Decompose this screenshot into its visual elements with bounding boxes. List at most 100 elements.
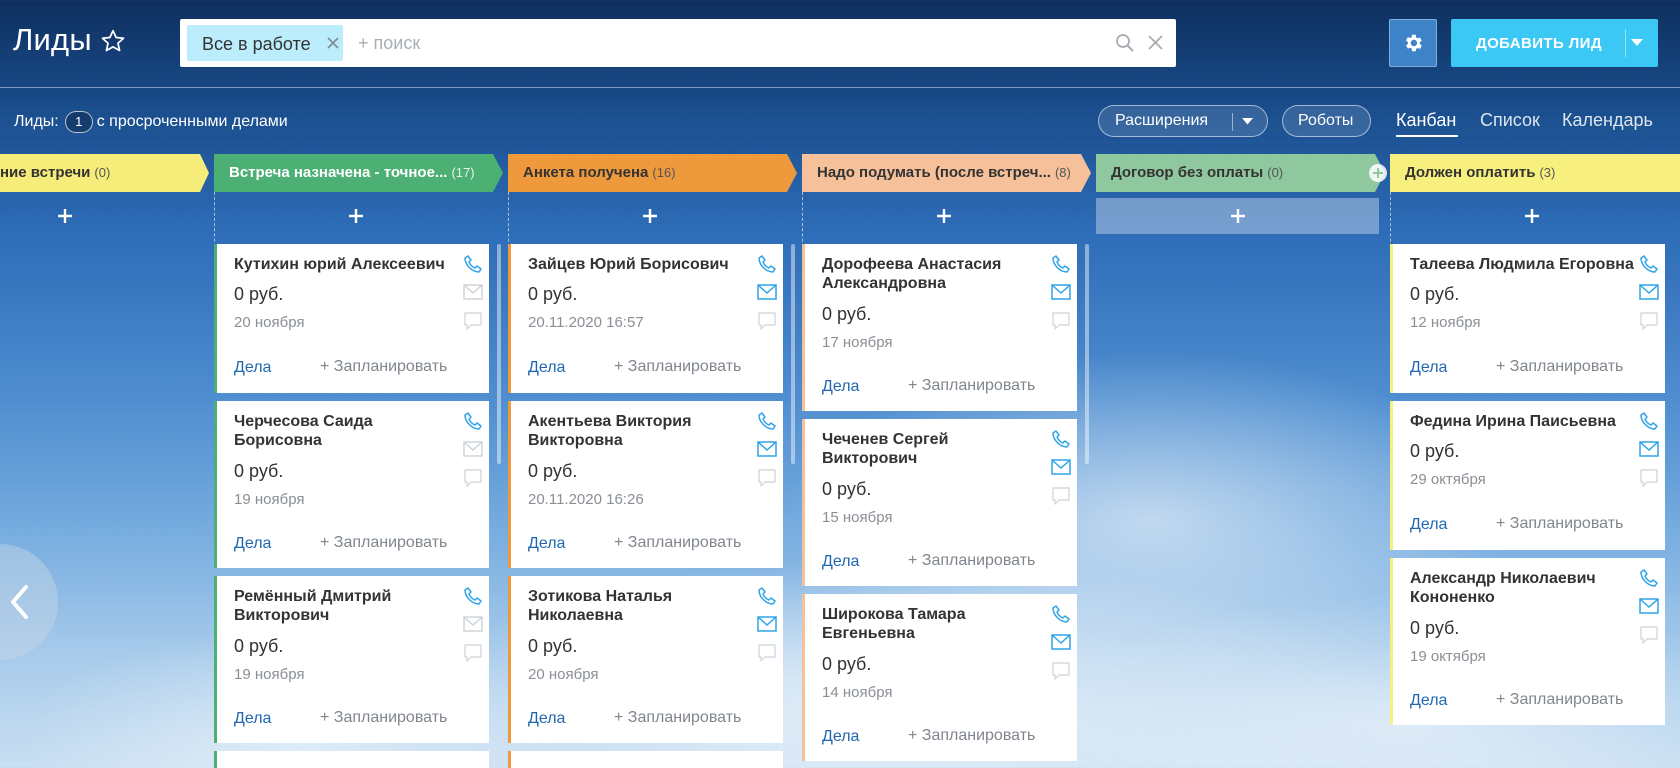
lead-card[interactable]: Акентьева Виктория Викторовна 0 руб. 20.… [508, 401, 783, 568]
lead-card[interactable]: Ремённый Дмитрий Викторович 0 руб. 19 но… [214, 576, 489, 743]
extensions-button[interactable]: Расширения [1098, 105, 1268, 137]
lead-card[interactable]: Дорофеева Анастасия Александровна 0 руб.… [802, 244, 1077, 411]
mail-icon[interactable] [757, 616, 777, 632]
column-scrollbar[interactable] [791, 244, 795, 464]
comment-icon[interactable] [1639, 626, 1659, 644]
add-card-button[interactable] [508, 198, 791, 234]
column-header[interactable]: Надо подумать (после встреч... (8) [802, 154, 1091, 192]
schedule-link[interactable]: + Запланировать [614, 709, 741, 727]
phone-icon[interactable] [1639, 254, 1659, 274]
mail-icon[interactable] [757, 441, 777, 457]
lead-card[interactable]: Чеченев Сергей Викторович 0 руб. 15 нояб… [802, 419, 1077, 586]
lead-card[interactable]: Черчесова Саида Борисовна 0 руб. 19 нояб… [214, 401, 489, 568]
counter-suffix[interactable]: с просроченными делами [97, 113, 288, 130]
comment-icon[interactable] [463, 312, 483, 330]
lead-name[interactable]: Дорофеева Анастасия Александровна [822, 255, 1047, 293]
deals-link[interactable]: Дела [528, 359, 565, 377]
lead-card[interactable]: Зотикова Наталья Николаевна 0 руб. 20 но… [508, 576, 783, 743]
column-header[interactable]: Встреча назначена - точное... (17) [214, 154, 503, 192]
phone-icon[interactable] [1051, 429, 1071, 449]
add-card-button[interactable] [802, 198, 1085, 234]
comment-icon[interactable] [1639, 312, 1659, 330]
lead-name[interactable]: Федина Ирина Паисьевна [1410, 412, 1635, 431]
tab-kanban[interactable]: Канбан [1396, 110, 1456, 131]
phone-icon[interactable] [1639, 568, 1659, 588]
chip-close-icon[interactable] [327, 37, 339, 49]
add-card-button[interactable] [1096, 198, 1379, 234]
phone-icon[interactable] [757, 411, 777, 431]
schedule-link[interactable]: + Запланировать [614, 534, 741, 552]
search-input[interactable] [358, 30, 1058, 56]
lead-name[interactable]: Зотикова Наталья Николаевна [528, 587, 753, 625]
robots-button[interactable]: Роботы [1282, 105, 1371, 137]
mail-icon[interactable] [1051, 634, 1071, 650]
mail-icon[interactable] [463, 616, 483, 632]
column-scrollbar[interactable] [1085, 244, 1089, 464]
comment-icon[interactable] [757, 644, 777, 662]
filter-chip[interactable]: Все в работе [187, 25, 343, 61]
deals-link[interactable]: Дела [1410, 359, 1447, 377]
deals-link[interactable]: Дела [234, 535, 271, 553]
lead-card[interactable]: Кутихин юрий Алексеевич 0 руб. 20 ноября… [214, 244, 489, 393]
deals-link[interactable]: Дела [822, 378, 859, 396]
column-scrollbar[interactable] [497, 244, 501, 464]
lead-name[interactable]: Широкова Тамара Евгеньевна [822, 605, 1047, 643]
chevron-down-icon[interactable] [1631, 39, 1643, 47]
column-header[interactable]: Договор без оплаты (0) [1096, 154, 1385, 192]
comment-icon[interactable] [463, 644, 483, 662]
schedule-link[interactable]: + Запланировать [614, 358, 741, 376]
phone-icon[interactable] [463, 586, 483, 606]
filter-search-box[interactable]: Все в работе [180, 19, 1176, 67]
mail-icon[interactable] [463, 441, 483, 457]
deals-link[interactable]: Дела [1410, 516, 1447, 534]
phone-icon[interactable] [757, 254, 777, 274]
deals-link[interactable]: Дела [528, 710, 565, 728]
counter-badge[interactable]: 1 [64, 111, 93, 133]
mail-icon[interactable] [1051, 459, 1071, 475]
lead-name[interactable]: Ремённый Дмитрий Викторович [234, 587, 459, 625]
schedule-link[interactable]: + Запланировать [908, 377, 1035, 395]
lead-name[interactable]: Талеева Людмила Егоровна [1410, 255, 1635, 274]
deals-link[interactable]: Дела [234, 710, 271, 728]
lead-card[interactable]: Широкова Тамара Евгеньевна 0 руб. 14 ноя… [802, 594, 1077, 761]
comment-icon[interactable] [1051, 662, 1071, 680]
schedule-link[interactable]: + Запланировать [908, 552, 1035, 570]
phone-icon[interactable] [463, 411, 483, 431]
schedule-link[interactable]: + Запланировать [320, 534, 447, 552]
deals-link[interactable]: Дела [822, 553, 859, 571]
mail-icon[interactable] [1639, 598, 1659, 614]
lead-name[interactable]: Чеченев Сергей Викторович [822, 430, 1047, 468]
comment-icon[interactable] [1051, 312, 1071, 330]
add-card-button[interactable] [1390, 198, 1673, 234]
comment-icon[interactable] [1051, 487, 1071, 505]
phone-icon[interactable] [1051, 604, 1071, 624]
deals-link[interactable]: Дела [822, 728, 859, 746]
search-icon[interactable] [1115, 33, 1135, 53]
add-column-icon[interactable] [1368, 163, 1388, 183]
clear-search-icon[interactable] [1148, 35, 1163, 50]
phone-icon[interactable] [463, 254, 483, 274]
mail-icon[interactable] [1639, 284, 1659, 300]
schedule-link[interactable]: + Запланировать [320, 358, 447, 376]
column-header[interactable]: ние встречи (0) [0, 154, 210, 192]
comment-icon[interactable] [1639, 469, 1659, 487]
comment-icon[interactable] [463, 469, 483, 487]
add-lead-button[interactable]: ДОБАВИТЬ ЛИД [1451, 19, 1658, 67]
chevron-down-icon[interactable] [1242, 118, 1253, 125]
lead-name[interactable]: Акентьева Виктория Викторовна [528, 412, 753, 450]
schedule-link[interactable]: + Запланировать [1496, 691, 1623, 709]
star-icon[interactable] [100, 28, 126, 54]
phone-icon[interactable] [1051, 254, 1071, 274]
add-card-button[interactable] [214, 198, 497, 234]
lead-name[interactable]: Зайцев Юрий Борисович [528, 255, 753, 274]
add-card-button[interactable] [0, 198, 210, 234]
lead-name[interactable]: Черчесова Саида Борисовна [234, 412, 459, 450]
comment-icon[interactable] [757, 312, 777, 330]
schedule-link[interactable]: + Запланировать [320, 709, 447, 727]
tab-list[interactable]: Список [1480, 110, 1540, 131]
lead-card-partial[interactable] [508, 751, 783, 768]
deals-link[interactable]: Дела [234, 359, 271, 377]
schedule-link[interactable]: + Запланировать [908, 727, 1035, 745]
lead-card-partial[interactable] [214, 751, 489, 768]
deals-link[interactable]: Дела [1410, 692, 1447, 710]
